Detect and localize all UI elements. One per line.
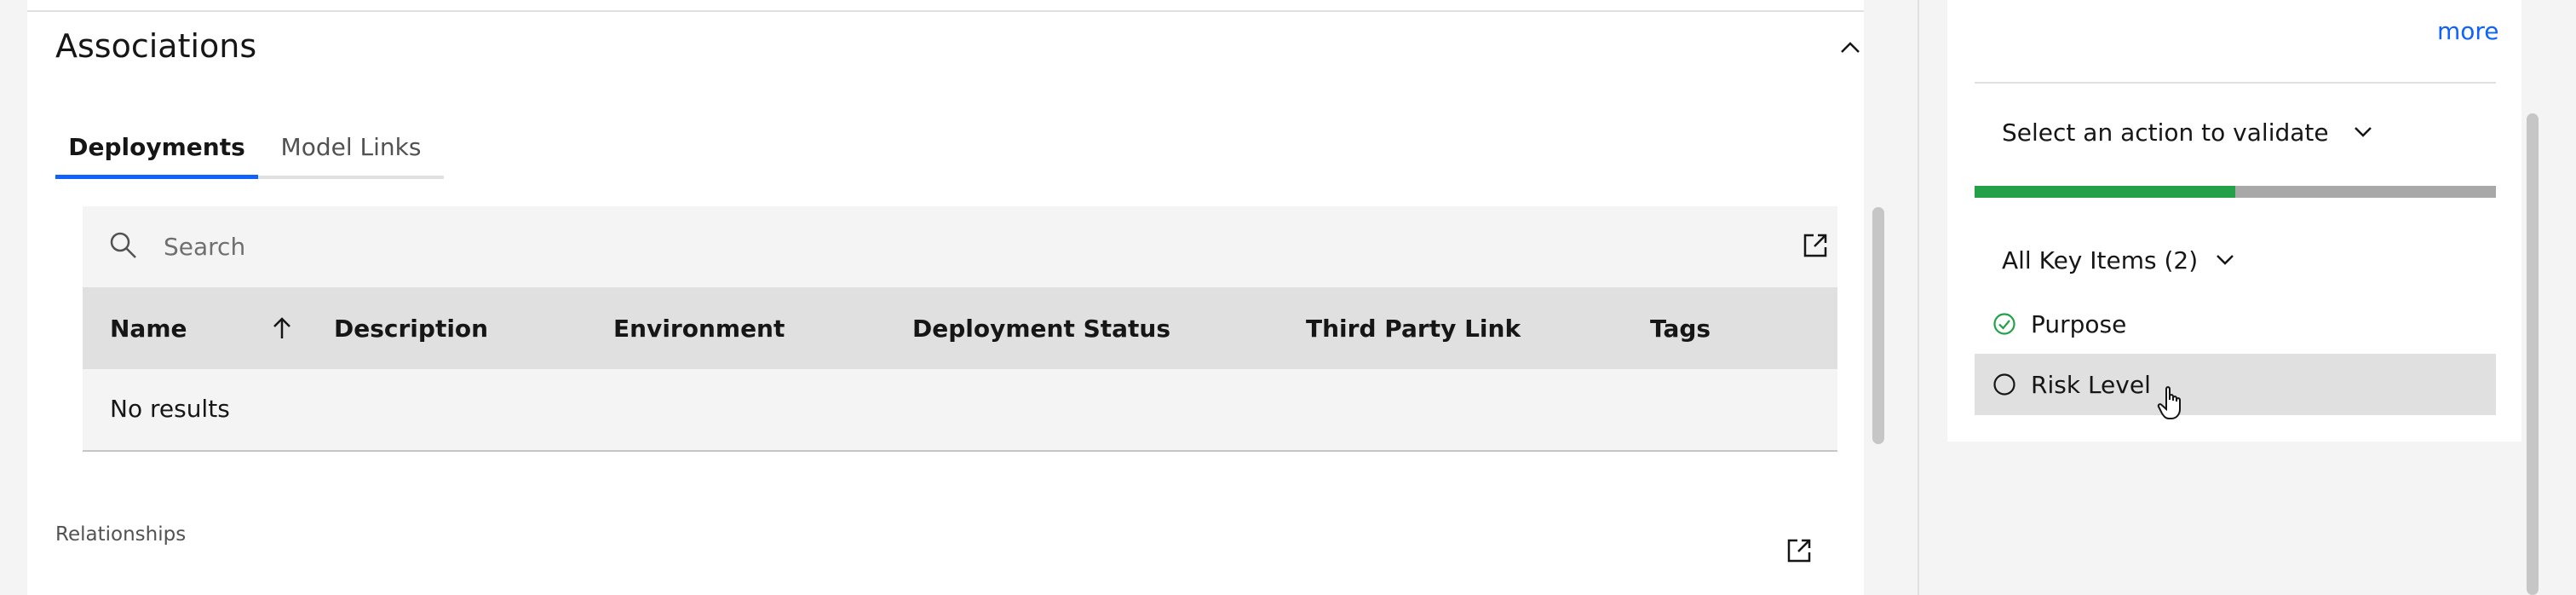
panel-divider	[1918, 0, 1919, 595]
arrow-up-icon	[273, 317, 290, 338]
open-external-button[interactable]	[1798, 228, 1832, 263]
checkmark-circle-icon	[1992, 311, 2017, 337]
deployments-table: Name Description Environment Deployment …	[83, 206, 1837, 452]
relationships-open-external-button[interactable]	[1782, 534, 1816, 568]
progress-fill	[1975, 186, 2235, 198]
empty-state-text: No results	[110, 395, 230, 423]
divider	[27, 10, 1864, 12]
collapse-button[interactable]	[1833, 32, 1867, 63]
search-icon	[110, 232, 136, 258]
chevron-down-icon	[2351, 120, 2375, 144]
column-header-environment[interactable]: Environment	[613, 287, 785, 369]
table-row: No results	[83, 369, 1837, 452]
empty-circle-icon	[1992, 372, 2017, 397]
key-item-risk-level[interactable]: Risk Level	[1975, 354, 2496, 415]
more-link[interactable]: more	[2437, 17, 2499, 45]
column-header-third-party-link[interactable]: Third Party Link	[1306, 287, 1521, 369]
search-input[interactable]	[164, 225, 1441, 268]
column-header-tags[interactable]: Tags	[1650, 287, 1711, 369]
tab-model-links[interactable]: Model Links	[258, 128, 444, 179]
launch-icon	[1787, 539, 1811, 563]
validation-progress-bar	[1975, 186, 2496, 198]
key-items-label: All Key Items (2)	[2002, 246, 2199, 274]
sort-button[interactable]	[267, 313, 297, 344]
column-header-description[interactable]: Description	[334, 287, 488, 369]
divider	[1975, 82, 2496, 84]
key-items-dropdown[interactable]: All Key Items (2)	[1975, 239, 2237, 281]
associations-card: Associations Deployments Model Links Nam…	[27, 0, 1864, 595]
chevron-up-icon	[1841, 42, 1860, 53]
key-item-purpose[interactable]: Purpose	[1975, 293, 2496, 355]
section-title: Associations	[55, 27, 257, 65]
launch-icon	[1803, 234, 1827, 257]
key-item-label: Risk Level	[2031, 370, 2151, 399]
hand-cursor-icon	[2157, 386, 2181, 419]
associations-tabs: Deployments Model Links	[55, 128, 444, 179]
action-select-dropdown[interactable]: Select an action to validate	[1975, 111, 2375, 153]
relationships-label: Relationships	[55, 523, 187, 546]
panel-scrollbar-thumb[interactable]	[2527, 113, 2539, 595]
column-header-name[interactable]: Name	[110, 287, 187, 369]
chevron-down-icon	[2213, 248, 2237, 272]
table-header: Name Description Environment Deployment …	[83, 287, 1837, 369]
column-header-deployment-status[interactable]: Deployment Status	[912, 287, 1170, 369]
key-item-label: Purpose	[2031, 309, 2127, 338]
action-select-label: Select an action to validate	[2002, 118, 2329, 147]
tab-deployments[interactable]: Deployments	[55, 128, 258, 179]
table-toolbar	[83, 206, 1837, 287]
main-scrollbar-thumb[interactable]	[1872, 207, 1884, 444]
